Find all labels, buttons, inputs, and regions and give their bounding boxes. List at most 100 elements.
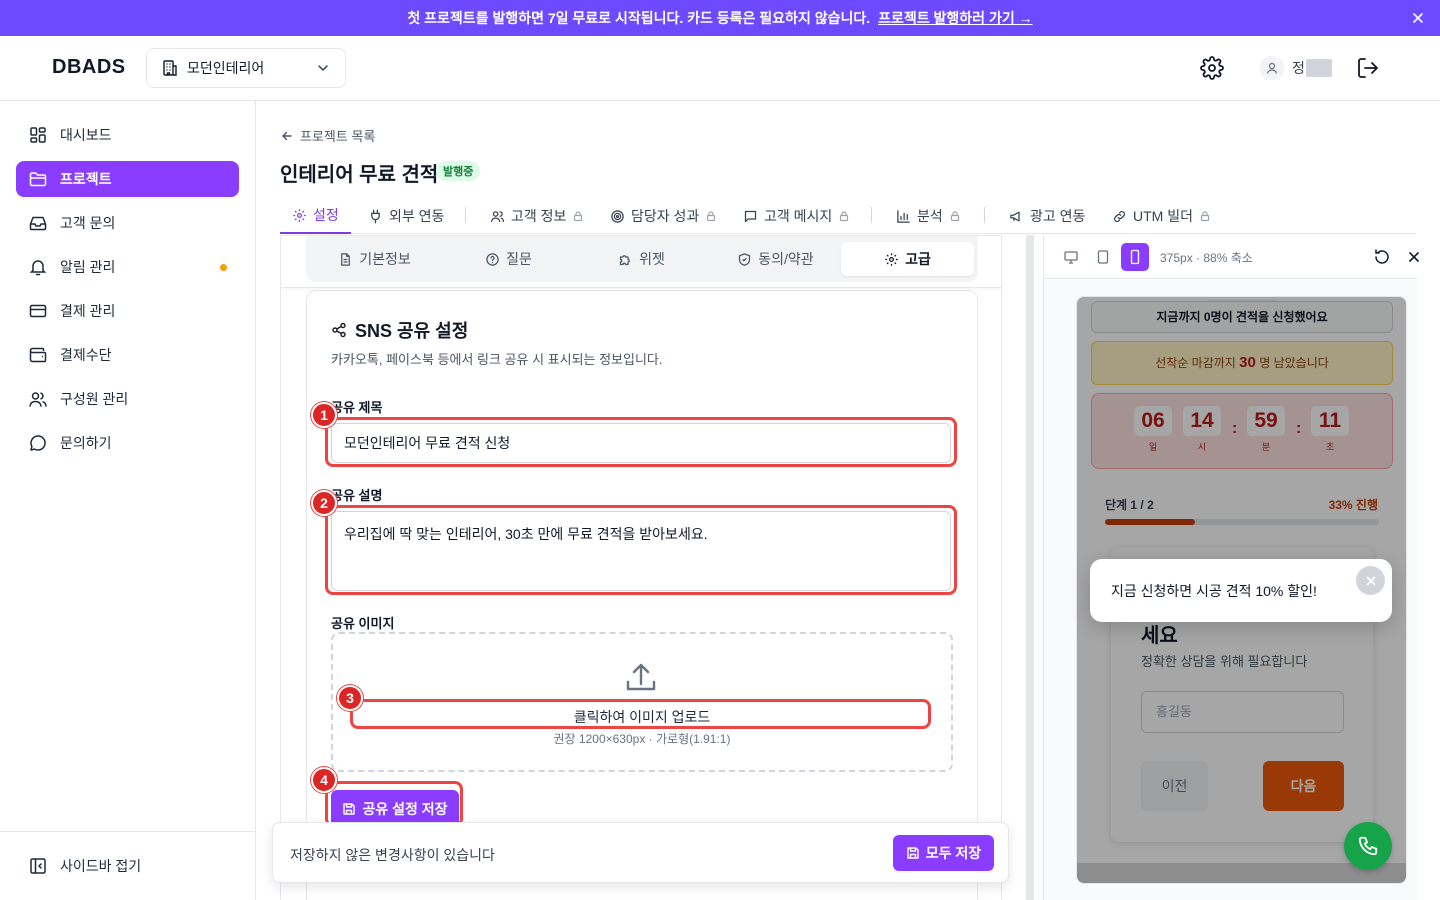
subtab-label: 위젯: [639, 251, 665, 267]
subtab-widget[interactable]: 위젯: [575, 242, 708, 276]
lock-icon: [949, 210, 961, 222]
sidebar-item-label: 문의하기: [60, 435, 112, 451]
annotation-badge-4: 4: [311, 767, 337, 793]
users-icon: [490, 209, 505, 224]
tab-utm-builder[interactable]: UTM 빌더: [1112, 198, 1211, 234]
status-badge: 발행중: [436, 161, 481, 181]
tab-staff-performance[interactable]: 담당자 성과: [610, 198, 717, 234]
credit-card-icon: [28, 301, 48, 321]
share-desc-label: 공유 설명: [331, 488, 383, 503]
sidebar-item-dashboard[interactable]: 대시보드: [16, 117, 239, 153]
sns-share-card: SNS 공유 설정 카카오톡, 페이스북 등에서 링크 공유 시 표시되는 정보…: [306, 290, 978, 900]
share-desc-textarea[interactable]: 우리집에 딱 맞는 인테리어, 30초 만에 무료 견적을 받아보세요.: [331, 511, 951, 591]
sidebar-item-billing[interactable]: 결제 관리: [16, 293, 239, 329]
subtab-label: 동의/약관: [758, 251, 814, 267]
workspace-select[interactable]: 모던인테리어: [146, 48, 346, 88]
tablet-icon: [1095, 249, 1111, 265]
subtab-consent-terms[interactable]: 동의/약관: [709, 242, 842, 276]
subtab-basic-info[interactable]: 기본정보: [308, 242, 441, 276]
close-preview-icon[interactable]: [1404, 247, 1424, 267]
card-title-text: SNS 공유 설정: [355, 321, 469, 341]
popup-close-button[interactable]: [1356, 566, 1385, 595]
bar-chart-icon: [896, 209, 911, 224]
chat-icon: [28, 433, 48, 453]
close-icon: [1365, 575, 1377, 587]
sidebar-collapse-icon: [28, 856, 48, 876]
folder-icon: [28, 169, 48, 189]
tab-label: 담당자 성과: [631, 208, 700, 224]
sidebar-item-payment-methods[interactable]: 결제수단: [16, 337, 239, 373]
breadcrumb-back-link[interactable]: 프로젝트 목록: [280, 126, 375, 145]
tab-label: 고객 메시지: [764, 208, 833, 224]
subtab-questions[interactable]: 질문: [442, 242, 575, 276]
refresh-icon[interactable]: [1372, 247, 1392, 267]
upload-hint: 권장 1200×630px · 가로형(1.91:1): [553, 732, 731, 746]
sidebar-collapse-label: 사이드바 접기: [60, 858, 142, 874]
subtab-advanced[interactable]: 고급: [841, 242, 974, 276]
app-logo[interactable]: DBADS: [52, 56, 126, 79]
desktop-view-button[interactable]: [1057, 243, 1085, 271]
megaphone-icon: [1009, 209, 1024, 224]
tab-integrations[interactable]: 외부 연동: [368, 198, 444, 234]
user-avatar-icon: [1260, 56, 1284, 80]
sidebar-item-label: 프로젝트: [60, 171, 112, 187]
sidebar-item-label: 결제수단: [60, 347, 112, 363]
tab-customers[interactable]: 고객 정보: [490, 198, 584, 234]
sidebar-item-projects[interactable]: 프로젝트: [16, 161, 239, 197]
annotation-badge-3: 3: [337, 685, 363, 711]
message-icon: [743, 209, 758, 224]
sidebar-item-contact[interactable]: 문의하기: [16, 425, 239, 461]
lock-icon: [838, 210, 850, 222]
puzzle-icon: [618, 252, 633, 267]
tab-settings[interactable]: 설정: [280, 198, 351, 234]
tab-customer-messages[interactable]: 고객 메시지: [743, 198, 850, 234]
sidebar-item-label: 결제 관리: [60, 303, 116, 319]
users-icon: [28, 389, 48, 409]
annotation-badge-1: 1: [311, 402, 337, 428]
sidebar-item-notifications[interactable]: 알림 관리: [16, 249, 239, 285]
tab-label: 광고 연동: [1030, 208, 1086, 224]
settings-gear-icon[interactable]: [1200, 56, 1224, 80]
panel-resize-handle[interactable]: [1026, 235, 1034, 900]
banner-cta-link[interactable]: 프로젝트 발행하러 가기 →: [878, 8, 1032, 28]
monitor-icon: [1063, 249, 1079, 265]
tab-divider: [465, 207, 466, 223]
logout-icon[interactable]: [1356, 56, 1380, 80]
notification-dot: [220, 264, 227, 271]
upload-label[interactable]: 클릭하여 이미지 업로드: [333, 707, 951, 727]
share-icon: [331, 322, 347, 338]
lock-icon: [705, 210, 717, 222]
close-icon[interactable]: [1410, 10, 1426, 26]
share-title-input[interactable]: [331, 423, 951, 463]
button-label: 공유 설정 저장: [362, 801, 448, 817]
sidebar-collapse-button[interactable]: 사이드바 접기: [16, 848, 239, 884]
arrow-left-icon: [280, 129, 294, 143]
tab-label: UTM 빌더: [1133, 208, 1193, 224]
save-all-button[interactable]: 모두 저장: [893, 835, 994, 871]
subtab-label: 질문: [506, 251, 532, 267]
phone-call-button[interactable]: [1344, 822, 1392, 870]
subtab-label: 기본정보: [359, 251, 411, 267]
tablet-view-button[interactable]: [1089, 243, 1117, 271]
sidebar-item-inquiries[interactable]: 고객 문의: [16, 205, 239, 241]
app-header: DBADS 모던인테리어 정: [0, 36, 1440, 101]
tab-label: 분석: [917, 208, 943, 224]
tab-analytics[interactable]: 분석: [896, 198, 961, 234]
gear-icon: [292, 208, 307, 223]
unsaved-message: 저장하지 않은 변경사항이 있습니다: [290, 847, 495, 863]
user-menu[interactable]: 정: [1260, 56, 1332, 80]
tab-ad-integration[interactable]: 광고 연동: [1009, 198, 1085, 234]
promo-banner: 첫 프로젝트를 발행하면 7일 무료로 시작됩니다. 카드 등록은 필요하지 않…: [0, 0, 1440, 36]
sns-share-title: SNS 공유 설정: [331, 317, 468, 343]
sidebar-item-members[interactable]: 구성원 관리: [16, 381, 239, 417]
user-name: 정: [1292, 58, 1332, 78]
tab-divider: [871, 207, 872, 223]
mobile-view-button[interactable]: [1121, 243, 1149, 271]
smartphone-icon: [1127, 249, 1143, 265]
save-icon: [906, 846, 920, 860]
share-image-dropzone[interactable]: 클릭하여 이미지 업로드 권장 1200×630px · 가로형(1.91:1): [331, 632, 953, 772]
bell-icon: [28, 257, 48, 277]
shield-check-icon: [737, 252, 752, 267]
tab-label: 외부 연동: [389, 208, 445, 224]
sidebar-item-label: 대시보드: [60, 127, 112, 143]
